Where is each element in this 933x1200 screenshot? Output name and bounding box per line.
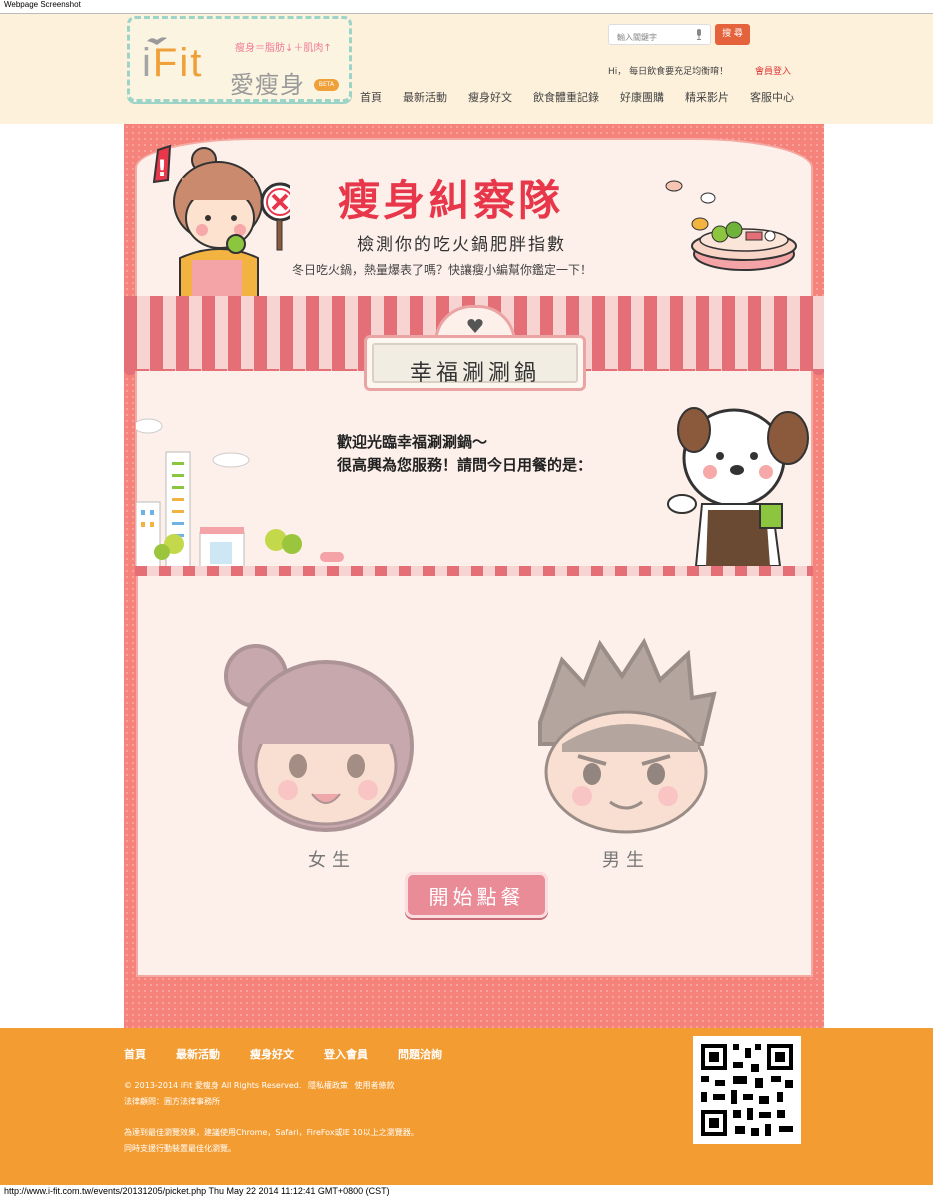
heart-icon <box>467 319 483 333</box>
microphone-icon[interactable] <box>696 29 702 40</box>
terms-link[interactable]: 使用者條款 <box>355 1081 395 1090</box>
inspector-girl-illustration: ! <box>152 144 290 300</box>
start-order-label: 開始點餐 <box>428 884 525 909</box>
footer-nav-events[interactable]: 最新活動 <box>176 1046 220 1062</box>
footer-nav-contact[interactable]: 問題洽詢 <box>398 1046 442 1062</box>
beta-badge: BETA <box>314 79 339 91</box>
greeting-text: Hi， 每日飲食要充足均衡唷！ <box>608 67 729 77</box>
search-box <box>608 24 711 47</box>
logo-tagline: 瘦身＝脂肪↓＋肌肉↑ <box>235 43 332 54</box>
female-avatar[interactable] <box>222 634 422 834</box>
site-logo[interactable]: iFit 瘦身＝脂肪↓＋肌肉↑ 愛瘦身 BETA <box>127 16 352 102</box>
male-avatar[interactable] <box>522 634 722 834</box>
footer-nav-login[interactable]: 登入會員 <box>324 1046 368 1062</box>
nav-home[interactable]: 首頁 <box>360 89 382 105</box>
start-order-button[interactable]: 開始點餐 <box>405 872 548 918</box>
sign-board: 幸福涮涮鍋 <box>364 335 586 391</box>
welcome-line-1: 歡迎光臨幸福涮涮鍋～ <box>337 433 488 451</box>
footer-nav-home[interactable]: 首頁 <box>124 1046 146 1062</box>
logo-wordmark: iFit <box>142 41 203 86</box>
male-label[interactable]: 男生 <box>602 846 650 872</box>
screenshot-title: Webpage Screenshot <box>4 0 81 9</box>
welcome-message: 歡迎光臨幸福涮涮鍋～ 很高興為您服務！請問今日用餐的是： <box>337 431 592 477</box>
footer-nav: 首頁 最新活動 瘦身好文 登入會員 問題洽詢 <box>124 1046 472 1062</box>
nav-diet-weight-log[interactable]: 飲食體重記錄 <box>533 89 599 105</box>
status-bar: http://www.i-fit.com.tw/events/20131205/… <box>4 1186 390 1196</box>
copyright-line: © 2013-2014 iFit 愛瘦身 All Rights Reserved… <box>124 1080 395 1091</box>
shop-name: 幸福涮涮鍋 <box>409 361 540 386</box>
logo-name: 愛瘦身 <box>230 71 305 99</box>
site-footer: 首頁 最新活動 瘦身好文 登入會員 問題洽詢 © 2013-2014 iFit … <box>0 1028 933 1185</box>
login-link[interactable]: 會員登入 <box>755 64 791 77</box>
qr-code <box>693 1036 801 1144</box>
nav-group-buy[interactable]: 好康團購 <box>620 89 664 105</box>
nav-latest-events[interactable]: 最新活動 <box>403 89 447 105</box>
female-label[interactable]: 女生 <box>308 846 356 872</box>
search-button[interactable]: 搜 尋 <box>715 24 750 45</box>
shop-sign: 幸福涮涮鍋 <box>364 305 586 393</box>
legal-advisor: 法律顧問：圓方法律事務所 <box>124 1097 220 1106</box>
site-header: iFit 瘦身＝脂肪↓＋肌肉↑ 愛瘦身 BETA 搜 尋 Hi， 每日飲食要充足… <box>0 14 933 124</box>
search-input[interactable] <box>609 28 687 47</box>
welcome-line-2: 很高興為您服務！請問今日用餐的是： <box>337 456 593 474</box>
sign-inner: 幸福涮涮鍋 <box>372 343 578 386</box>
hotpot-illustration <box>665 180 797 271</box>
nav-videos[interactable]: 精采影片 <box>685 89 729 105</box>
privacy-link[interactable]: 隱私權政策 <box>308 1081 348 1090</box>
nav-customer-service[interactable]: 客服中心 <box>750 89 794 105</box>
city-scenery-illustration <box>136 418 344 567</box>
mobile-note: 同時支援行動裝置最佳化瀏覽。 <box>124 1144 236 1153</box>
counter-strip <box>135 566 813 576</box>
copyright-text: © 2013-2014 iFit 愛瘦身 All Rights Reserved… <box>124 1081 302 1090</box>
dog-waiter-illustration <box>667 407 809 566</box>
nav-articles[interactable]: 瘦身好文 <box>468 89 512 105</box>
event-intro: 冬日吃火鍋，熱量爆表了嗎？快讓瘦小編幫你鑑定一下！ <box>292 263 593 277</box>
footer-nav-articles[interactable]: 瘦身好文 <box>250 1046 294 1062</box>
event-title: 瘦身糾察隊 <box>338 176 564 225</box>
logo-mark-prefix: i <box>142 41 153 85</box>
logo-mark-suffix: Fit <box>152 41 204 85</box>
event-subtitle: 檢測你的吃火鍋肥胖指數 <box>357 235 566 255</box>
main-nav: 首頁 最新活動 瘦身好文 飲食體重記錄 好康團購 精采影片 客服中心 <box>360 89 815 105</box>
browser-note: 為達到最佳瀏覽效果，建議使用Chrome，Safari，FireFox或IE 1… <box>124 1128 419 1137</box>
svg-text:!: ! <box>157 157 167 182</box>
